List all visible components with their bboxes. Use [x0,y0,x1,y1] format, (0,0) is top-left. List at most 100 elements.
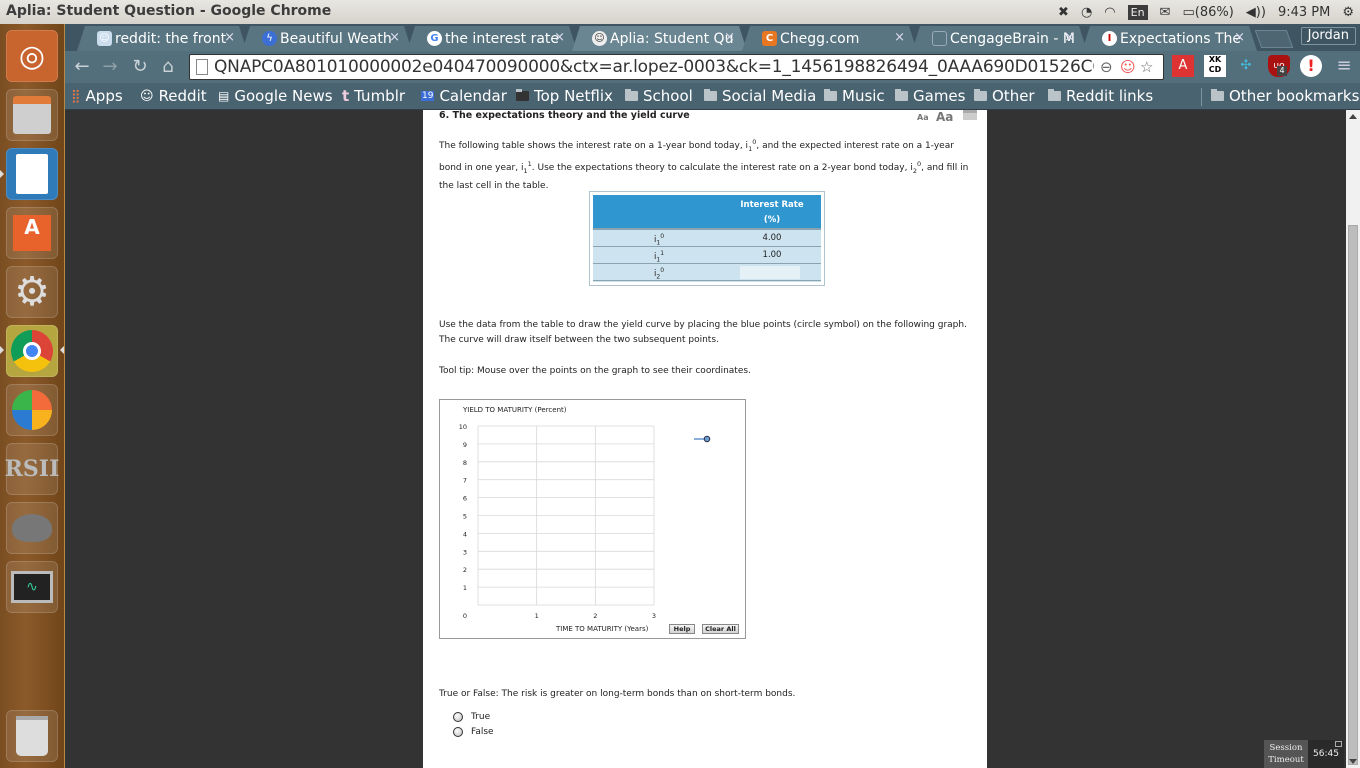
point-tool[interactable] [694,435,711,443]
tab-chegg[interactable]: C Chegg.com × [742,26,917,51]
folder-icon [974,89,987,101]
software-center-icon[interactable]: A [6,207,58,259]
bookmark-label: Google News [234,87,333,105]
tab-weather[interactable]: ϟ Beautiful Weath × [242,26,412,51]
system-monitor-icon[interactable]: ∿ [6,561,58,613]
alert-ext-icon[interactable]: ! [1300,55,1322,77]
graph-svg[interactable]: YIELD TO MATURITY (Percent) 1 2 3 4 5 6 7 8 9 10 0… [440,400,745,638]
page-scrollbar[interactable] [1346,110,1360,768]
bookmark-top-netflix[interactable]: Top Netflix [516,86,613,106]
wifi-icon[interactable]: ◠ [1104,5,1115,20]
reload-button[interactable]: ↻ [129,56,151,78]
print-icon[interactable] [963,110,977,120]
close-icon[interactable]: × [224,30,235,45]
profile-button[interactable]: Jordan [1300,27,1356,45]
ubuntu-dash-icon[interactable]: ◎ [6,30,58,82]
dropbox-icon[interactable]: ✖ [1058,5,1069,20]
bookmark-school[interactable]: School [625,86,693,106]
bookmark-apps[interactable]: ⣿ Apps [71,86,123,106]
bookmark-music[interactable]: Music [824,86,885,106]
battery-indicator[interactable]: ▭(86%) [1182,5,1233,20]
bookmark-tumblr[interactable]: t Tumblr [342,86,405,106]
bookmark-reddit-links[interactable]: Reddit links [1048,86,1153,106]
table-row: i11 1.00 [593,247,821,264]
address-bar[interactable]: QNAPC0A801010000002e040470090000&ctx=ar.… [189,54,1164,80]
tab-aplia[interactable]: ☺ Aplia: Student Qu × [572,26,747,51]
bookmark-label: Calendar [439,87,507,105]
back-button[interactable]: ← [71,56,93,78]
i2-0-input[interactable] [740,266,800,279]
reddit-ext-icon[interactable]: ☺ [1120,58,1136,76]
ublock-badge: 4 [1277,66,1287,76]
radio-false[interactable] [453,727,463,737]
blue-circle-point-icon[interactable] [703,435,711,443]
tab-reddit[interactable]: ☺ reddit: the front × [77,26,247,51]
rs2-icon[interactable]: RSII [5,443,59,495]
tab-label: the interest rate [445,30,560,47]
menu-icon[interactable]: ≡ [1333,55,1355,77]
radio-true[interactable] [453,712,463,722]
tab-label: Expectations The [1120,30,1241,47]
bookmark-games[interactable]: Games [895,86,965,106]
scroll-down-arrow-icon[interactable] [1349,759,1357,764]
tab-cengagebrain[interactable]: CengageBrain - M × [912,26,1087,51]
x-tick-label: 1 [535,612,539,620]
scroll-up-arrow-icon[interactable] [1349,114,1357,119]
font-size-small-button[interactable]: Aa [917,113,929,122]
system-settings-icon[interactable]: ⚙ [6,266,58,318]
scroll-thumb[interactable] [1348,225,1358,765]
bookmark-other[interactable]: Other [974,86,1035,106]
clear-all-button[interactable]: Clear All [702,624,739,634]
other-bookmarks[interactable]: Other bookmarks [1211,86,1359,106]
home-button[interactable]: ⌂ [157,56,179,78]
bookmark-star-icon[interactable]: ☆ [1140,58,1153,76]
mail-icon[interactable]: ✉ [1160,5,1171,20]
tab-google-search[interactable]: G the interest rate × [407,26,577,51]
close-icon[interactable]: × [1064,30,1075,45]
bookmark-label: Other bookmarks [1229,87,1360,105]
bookmark-google-news[interactable]: ▤ Google News [218,86,333,106]
focused-indicator [60,346,64,354]
power-icon[interactable]: ⚙ [1342,5,1354,20]
libreoffice-impress-icon[interactable] [6,148,58,200]
chrome-icon[interactable] [6,325,58,377]
option-false[interactable]: False [453,727,494,737]
close-icon[interactable]: × [554,30,565,45]
url-text[interactable]: QNAPC0A801010000002e040470090000&ctx=ar.… [214,57,1094,77]
gimp-icon[interactable] [6,502,58,554]
close-icon[interactable]: × [724,30,735,45]
question-page: 6. The expectations theory and the yield… [423,110,987,768]
files-icon[interactable] [6,89,58,141]
font-size-large-button[interactable]: Aa [936,110,953,124]
close-icon[interactable]: × [894,30,905,45]
keyboard-language[interactable]: En [1127,4,1148,20]
bookmark-reddit[interactable]: ☺ Reddit [140,86,207,106]
folder-icon [1211,89,1224,101]
new-tab-button[interactable] [1254,30,1294,48]
dictionary-ext-icon[interactable]: A [1172,55,1194,77]
xkcd-ext-icon[interactable]: XK CD [1204,55,1226,77]
clock[interactable]: 9:43 PM [1278,5,1330,20]
option-true[interactable]: True [453,712,490,722]
bookmark-label: Tumblr [354,87,406,105]
table-header: Interest Rate (%) [593,195,821,230]
trash-icon[interactable] [6,710,58,762]
close-icon[interactable]: × [1234,30,1245,45]
zoom-out-icon[interactable]: ⊖ [1100,58,1113,76]
bookmark-social-media[interactable]: Social Media [704,86,816,106]
page-viewport: 6. The expectations theory and the yield… [65,110,1346,768]
playonlinux-icon[interactable] [6,384,58,436]
bookmark-calendar[interactable]: 19 Calendar [421,86,507,106]
close-icon[interactable]: × [389,30,400,45]
y-tick-label: 5 [463,513,467,521]
tab-expectations[interactable]: I Expectations The × [1082,26,1257,51]
top-panel: Aplia: Student Question - Google Chrome … [0,0,1360,24]
folder-icon [704,89,717,101]
volume-icon[interactable]: ◀)) [1246,5,1266,20]
tumblr-icon: t [342,87,350,105]
network-ext-icon[interactable]: ✣ [1235,55,1257,77]
minimize-icon[interactable] [1335,741,1342,747]
help-button[interactable]: Help [669,624,695,634]
sync-icon[interactable]: ◔ [1081,5,1092,20]
forward-button[interactable]: → [99,56,121,78]
